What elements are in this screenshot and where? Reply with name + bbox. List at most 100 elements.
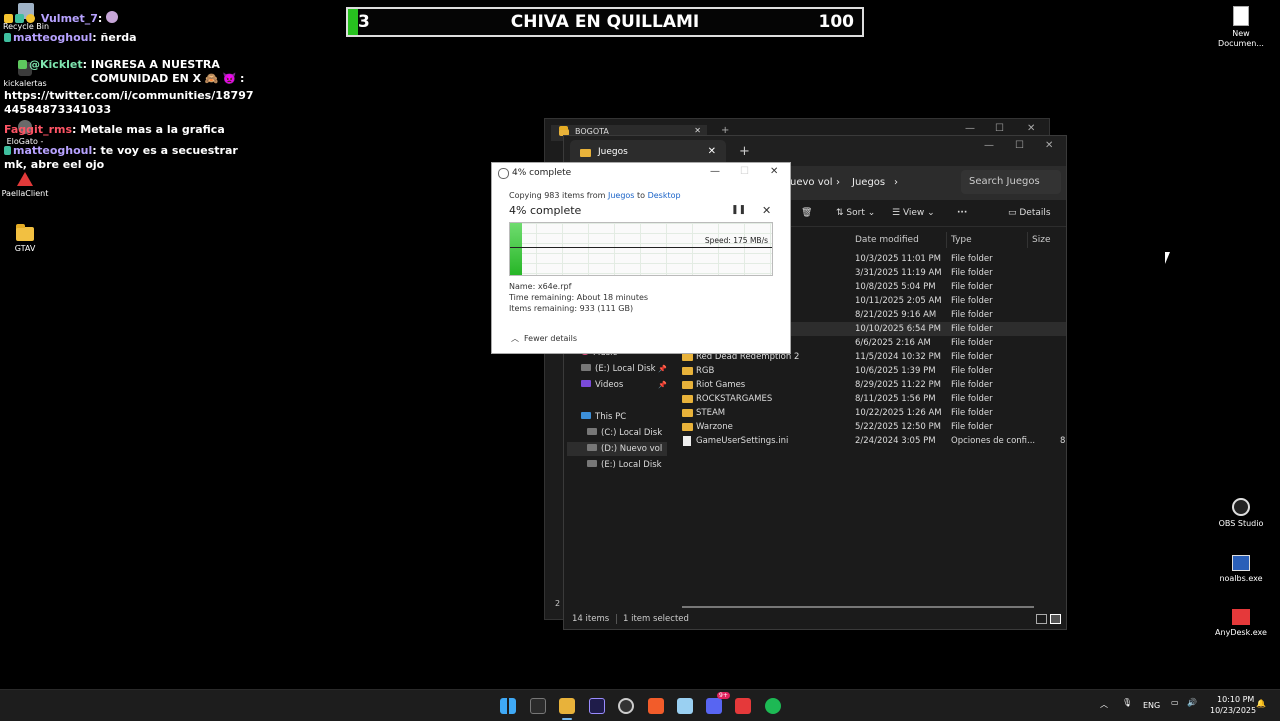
file-type: File folder (951, 282, 993, 292)
fewer-details-button[interactable]: ︿ Fewer details (511, 333, 577, 344)
file-row[interactable]: Warzone 5/22/2025 12:50 PM File folder (676, 420, 1066, 434)
clock-time[interactable]: 10:10 PM (1217, 695, 1254, 704)
close-icon[interactable]: ✕ (1027, 123, 1035, 134)
anydesk-icon[interactable] (735, 698, 751, 714)
sidebar-item-label: Videos (595, 380, 624, 390)
file-row[interactable]: ROCKSTARGAMES 8/11/2025 1:56 PM File folde… (676, 392, 1066, 406)
file-type: File folder (951, 422, 993, 432)
drive-icon (587, 428, 597, 435)
progress-fill (510, 223, 522, 275)
column-header-date[interactable]: Date modified (855, 235, 919, 245)
minimize-icon[interactable]: — (710, 166, 720, 177)
chevron-up-icon[interactable]: ︿ (1100, 699, 1108, 710)
sidebar-item-c-disk[interactable]: (C:) Local Disk (587, 428, 662, 438)
sidebar-item-videos[interactable]: Videos (581, 380, 623, 390)
close-icon[interactable]: ✕ (694, 126, 701, 135)
notepad-icon[interactable] (677, 698, 693, 714)
breadcrumb-item[interactable]: uevo vol (790, 177, 833, 188)
time-value: About 18 minutes (576, 293, 649, 302)
windows-start-icon[interactable] (500, 698, 516, 714)
tiles-view-icon[interactable] (1050, 614, 1061, 624)
anydesk-icon (1232, 609, 1250, 625)
badge-icon (4, 33, 11, 42)
discord-icon[interactable] (706, 698, 722, 714)
file-explorer-icon[interactable] (559, 698, 575, 714)
tab-label: Juegos (598, 147, 628, 157)
chat-text: mk, abre eel ojo (4, 158, 105, 171)
network-icon[interactable]: ▭ (1171, 698, 1179, 707)
cancel-button[interactable]: ✕ (762, 204, 771, 217)
desktop-icon-paellaclient[interactable]: PaellaClient (0, 172, 55, 199)
chevron-right-icon: › (894, 177, 898, 188)
sidebar-item-e-disk-pinned[interactable]: (E:) Local Disk (581, 364, 656, 374)
minimize-icon[interactable]: — (984, 140, 994, 151)
file-row[interactable]: RGB 10/6/2025 1:39 PM File folder (676, 364, 1066, 378)
pin-icon: 📌 (658, 365, 667, 373)
sidebar-item-this-pc[interactable]: This PC (581, 412, 626, 422)
drive-icon (587, 444, 597, 451)
sidebar-item-d-disk[interactable]: (D:) Nuevo vol (567, 442, 667, 456)
file-type: File folder (951, 254, 993, 264)
file-row[interactable]: Riot Games 8/29/2025 11:22 PM File folder (676, 378, 1066, 392)
spotify-icon[interactable] (765, 698, 781, 714)
chat-username: @Kicklet (29, 58, 83, 71)
desktop-icon-noalbs[interactable]: noalbs.exe (1211, 555, 1271, 584)
sort-button[interactable]: ⇅ Sort ⌄ (836, 208, 875, 218)
desktop-icon-gtav[interactable]: GTAV (0, 224, 55, 254)
column-divider[interactable] (946, 232, 947, 248)
details-button[interactable]: ▭ Details (1008, 208, 1051, 218)
name-label: Name: (509, 282, 536, 291)
file-type: File folder (951, 268, 993, 278)
chevron-up-icon: ︿ (511, 334, 519, 343)
volume-icon[interactable]: 🔊 (1187, 698, 1197, 707)
language-indicator[interactable]: ENG (1143, 701, 1160, 710)
column-header-size[interactable]: Size (1032, 235, 1050, 245)
file-row[interactable]: GameUserSettings.ini 2/24/2024 3:05 PM Opc… (676, 434, 1066, 448)
notification-bell-icon[interactable]: 🔔 (1256, 699, 1266, 708)
clock-date[interactable]: 10/23/2025 (1210, 706, 1256, 715)
horizontal-scrollbar[interactable] (682, 606, 1034, 608)
breadcrumb-item[interactable]: Juegos (852, 177, 885, 188)
obs-icon[interactable] (618, 698, 634, 714)
microphone-icon[interactable]: 🎙 (1122, 698, 1132, 707)
desktop-icon-obs-studio[interactable]: OBS Studio (1211, 498, 1271, 529)
sort-label: Sort (846, 208, 865, 218)
view-button[interactable]: ☰ View ⌄ (892, 208, 935, 218)
sidebar-item-label: (E:) Local Disk (601, 460, 662, 470)
maximize-icon[interactable]: ☐ (740, 166, 749, 177)
chat-text: te voy es a secuestrar (100, 144, 238, 157)
chat-text: ñerda (100, 31, 137, 44)
search-input[interactable]: Search Juegos (961, 170, 1061, 194)
file-type: File folder (951, 310, 993, 320)
items-label: Items remaining: (509, 304, 578, 313)
desktop-icon-new-document[interactable]: New Documen... (1211, 6, 1271, 49)
copy-progress-dialog[interactable]: 4% complete — ☐ ✕ Copying 983 items from… (491, 162, 791, 354)
source-link[interactable]: Juegos (608, 191, 635, 200)
close-icon[interactable]: ✕ (708, 146, 716, 157)
search-placeholder: Search Juegos (969, 176, 1040, 187)
destination-link[interactable]: Desktop (648, 191, 681, 200)
premiere-icon[interactable] (589, 698, 605, 714)
file-name: GameUserSettings.ini (696, 436, 789, 446)
close-icon[interactable]: ✕ (770, 166, 778, 177)
badge-icon (18, 60, 27, 69)
delete-icon[interactable]: 🗑 (801, 208, 812, 218)
exe-icon (1232, 555, 1250, 571)
more-options-button[interactable]: ··· (957, 208, 967, 218)
time-label: Time remaining: (509, 293, 575, 302)
column-divider[interactable] (1027, 232, 1028, 248)
brave-icon[interactable] (648, 698, 664, 714)
epic-games-icon[interactable] (530, 698, 546, 714)
maximize-icon[interactable]: ☐ (1015, 140, 1024, 151)
file-name: STEAM (696, 408, 726, 418)
desktop-icon-anydesk[interactable]: AnyDesk.exe (1211, 609, 1271, 638)
maximize-icon[interactable]: ☐ (995, 123, 1004, 134)
minimize-icon[interactable]: — (965, 123, 975, 134)
column-header-type[interactable]: Type (951, 235, 972, 245)
pause-button[interactable]: ❚❚ (731, 205, 746, 215)
details-view-icon[interactable] (1036, 614, 1047, 624)
file-row[interactable]: STEAM 10/22/2025 1:26 AM File folder (676, 406, 1066, 420)
sidebar-item-e-disk[interactable]: (E:) Local Disk (587, 460, 662, 470)
close-icon[interactable]: ✕ (1045, 140, 1053, 151)
new-tab-button[interactable]: + (739, 144, 750, 159)
